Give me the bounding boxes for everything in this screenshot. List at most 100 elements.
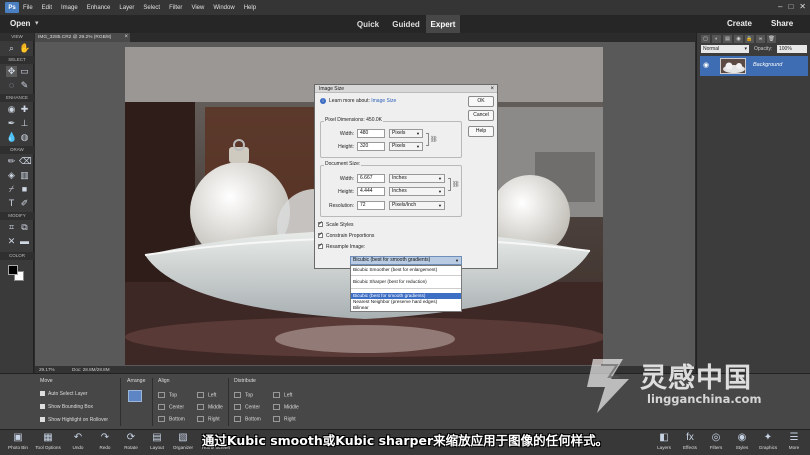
resolution-unit-select[interactable]: Pixels/Inch ▼ xyxy=(389,201,445,210)
zoom-level[interactable]: 29.17% xyxy=(39,366,55,373)
delete-layer-icon[interactable]: 🗑 xyxy=(767,35,776,43)
eraser-tool-icon[interactable]: ⌫ xyxy=(19,156,32,167)
arrange-icon[interactable] xyxy=(128,390,142,402)
menu-select[interactable]: Select xyxy=(143,5,160,11)
create-button[interactable]: Create xyxy=(727,19,752,28)
tab-expert[interactable]: Expert xyxy=(426,15,460,33)
align-bottom-button[interactable]: Bottom xyxy=(158,416,185,422)
new-fill-layer-icon[interactable]: ◐ xyxy=(712,35,721,43)
crop-tool-icon[interactable]: ⌗ xyxy=(6,222,17,233)
align-right-button[interactable]: Right xyxy=(197,416,220,422)
tab-guided[interactable]: Guided xyxy=(388,15,424,33)
marquee-tool-icon[interactable]: ▭ xyxy=(19,66,30,77)
share-button[interactable]: Share xyxy=(771,19,793,28)
close-icon[interactable]: × xyxy=(490,85,494,93)
constrain-proportions-checkbox[interactable]: Constrain Proportions xyxy=(318,231,374,239)
foreground-color-swatch[interactable] xyxy=(8,265,18,275)
brush-tool-icon[interactable]: ✏ xyxy=(6,156,17,167)
shape-tool-icon[interactable]: ■ xyxy=(19,184,30,195)
eyedropper-icon[interactable]: ⌿ xyxy=(6,184,17,195)
distribute-left-button[interactable]: Left xyxy=(273,392,292,398)
spot-healing-icon[interactable]: ✚ xyxy=(19,104,30,115)
maximize-icon[interactable]: □ xyxy=(788,2,793,11)
ok-button[interactable]: OK xyxy=(468,96,494,107)
cancel-button[interactable]: Cancel xyxy=(468,110,494,121)
menu-file[interactable]: File xyxy=(23,5,33,11)
hand-tool-icon[interactable]: ✋ xyxy=(19,43,30,54)
new-layer-icon[interactable]: ▢ xyxy=(701,35,710,43)
scale-styles-checkbox[interactable]: Scale Styles xyxy=(318,220,354,228)
opacity-field[interactable]: 100% xyxy=(777,45,807,53)
smart-brush-icon[interactable]: ✒ xyxy=(6,118,17,129)
lasso-tool-icon[interactable]: ◌ xyxy=(6,80,17,91)
content-aware-move-icon[interactable]: ✕ xyxy=(6,236,17,247)
clone-stamp-icon[interactable]: ⊥ xyxy=(19,118,30,129)
move-tool-icon[interactable]: ✥ xyxy=(6,66,17,77)
auto-select-layer-checkbox[interactable]: Auto Select Layer xyxy=(40,391,87,397)
pixel-width-unit-select[interactable]: Pixels ▼ xyxy=(389,129,423,138)
mask-icon[interactable]: ◉ xyxy=(734,35,743,43)
close-window-icon[interactable]: ✕ xyxy=(799,2,806,11)
doc-height-unit-select[interactable]: Inches ▼ xyxy=(389,187,445,196)
zoom-tool-icon[interactable]: ⌕ xyxy=(6,43,17,54)
document-size: Doc: 28.8M/28.8M xyxy=(72,367,110,372)
paint-bucket-icon[interactable]: ◈ xyxy=(6,170,17,181)
document-tab[interactable]: IMG_3285.CR2 @ 29.2% (RGB/8) × xyxy=(35,33,130,42)
distribute-top-button[interactable]: Top xyxy=(234,392,253,398)
straighten-tool-icon[interactable]: ▬ xyxy=(19,236,30,247)
learn-more-link[interactable]: Image Size xyxy=(371,98,396,104)
distribute-right-button[interactable]: Right xyxy=(273,416,296,422)
minimize-icon[interactable]: – xyxy=(778,2,782,11)
align-top-button[interactable]: Top xyxy=(158,392,177,398)
tab-quick[interactable]: Quick xyxy=(350,15,386,33)
blur-tool-icon[interactable]: 💧 xyxy=(6,132,17,143)
open-button[interactable]: Open xyxy=(10,19,30,28)
distribute-center-button[interactable]: Center xyxy=(234,404,260,410)
recompose-tool-icon[interactable]: ⧉ xyxy=(19,222,30,233)
pixel-height-input[interactable]: 320 xyxy=(357,142,385,151)
resample-method-select[interactable]: Bicubic (best for smooth gradients) ▼ xyxy=(350,256,462,265)
pixel-width-input[interactable]: 480 xyxy=(357,129,385,138)
menu-help[interactable]: Help xyxy=(244,5,256,11)
distribute-middle-button[interactable]: Middle xyxy=(273,404,299,410)
show-highlight-checkbox[interactable]: Show Highlight on Rollover xyxy=(40,417,108,423)
dialog-titlebar[interactable]: Image Size × xyxy=(315,85,497,93)
resample-image-checkbox[interactable]: Resample Image: xyxy=(318,242,365,250)
visibility-eye-icon[interactable]: ◉ xyxy=(703,61,709,69)
close-icon[interactable]: × xyxy=(124,33,128,42)
align-middle-button[interactable]: Middle xyxy=(197,404,223,410)
new-group-icon[interactable]: ▤ xyxy=(723,35,732,43)
menu-view[interactable]: View xyxy=(191,5,204,11)
link-icon[interactable]: ∞ xyxy=(756,35,765,43)
type-tool-icon[interactable]: T xyxy=(6,198,17,209)
menu-edit[interactable]: Edit xyxy=(42,5,52,11)
menu-image[interactable]: Image xyxy=(61,5,78,11)
layer-row[interactable]: ◉ Background xyxy=(700,56,808,76)
dropdown-option[interactable]: Bicubic Smoother (best for enlargement) xyxy=(351,267,461,273)
align-center-button[interactable]: Center xyxy=(158,404,184,410)
pixel-height-unit-select[interactable]: Pixels ▼ xyxy=(389,142,423,151)
arrange-header: Arrange xyxy=(127,378,146,384)
chevron-down-icon[interactable]: ▾ xyxy=(35,19,39,27)
doc-width-input[interactable]: 6.667 xyxy=(357,174,385,183)
menu-enhance[interactable]: Enhance xyxy=(87,5,111,11)
blend-mode-select[interactable]: Normal ▾ xyxy=(701,45,749,53)
doc-width-unit-select[interactable]: Inches ▼ xyxy=(389,174,445,183)
align-left-button[interactable]: Left xyxy=(197,392,216,398)
quick-selection-icon[interactable]: ✎ xyxy=(19,80,30,91)
dropdown-option[interactable]: Bilinear xyxy=(351,305,461,311)
sponge-tool-icon[interactable]: ◍ xyxy=(19,132,30,143)
dropdown-option[interactable]: Bicubic Sharper (best for reduction) xyxy=(351,279,461,285)
eye-tool-icon[interactable]: ◉ xyxy=(6,104,17,115)
distribute-bottom-button[interactable]: Bottom xyxy=(234,416,261,422)
gradient-tool-icon[interactable]: ▥ xyxy=(19,170,30,181)
help-button[interactable]: Help xyxy=(468,126,494,137)
show-bounding-box-checkbox[interactable]: Show Bounding Box xyxy=(40,404,93,410)
lock-icon[interactable]: 🔒 xyxy=(745,35,754,43)
menu-window[interactable]: Window xyxy=(213,5,234,11)
pencil-tool-icon[interactable]: ✐ xyxy=(19,198,30,209)
menu-filter[interactable]: Filter xyxy=(169,5,182,11)
menu-layer[interactable]: Layer xyxy=(119,5,134,11)
resolution-input[interactable]: 72 xyxy=(357,201,385,210)
doc-height-input[interactable]: 4.444 xyxy=(357,187,385,196)
